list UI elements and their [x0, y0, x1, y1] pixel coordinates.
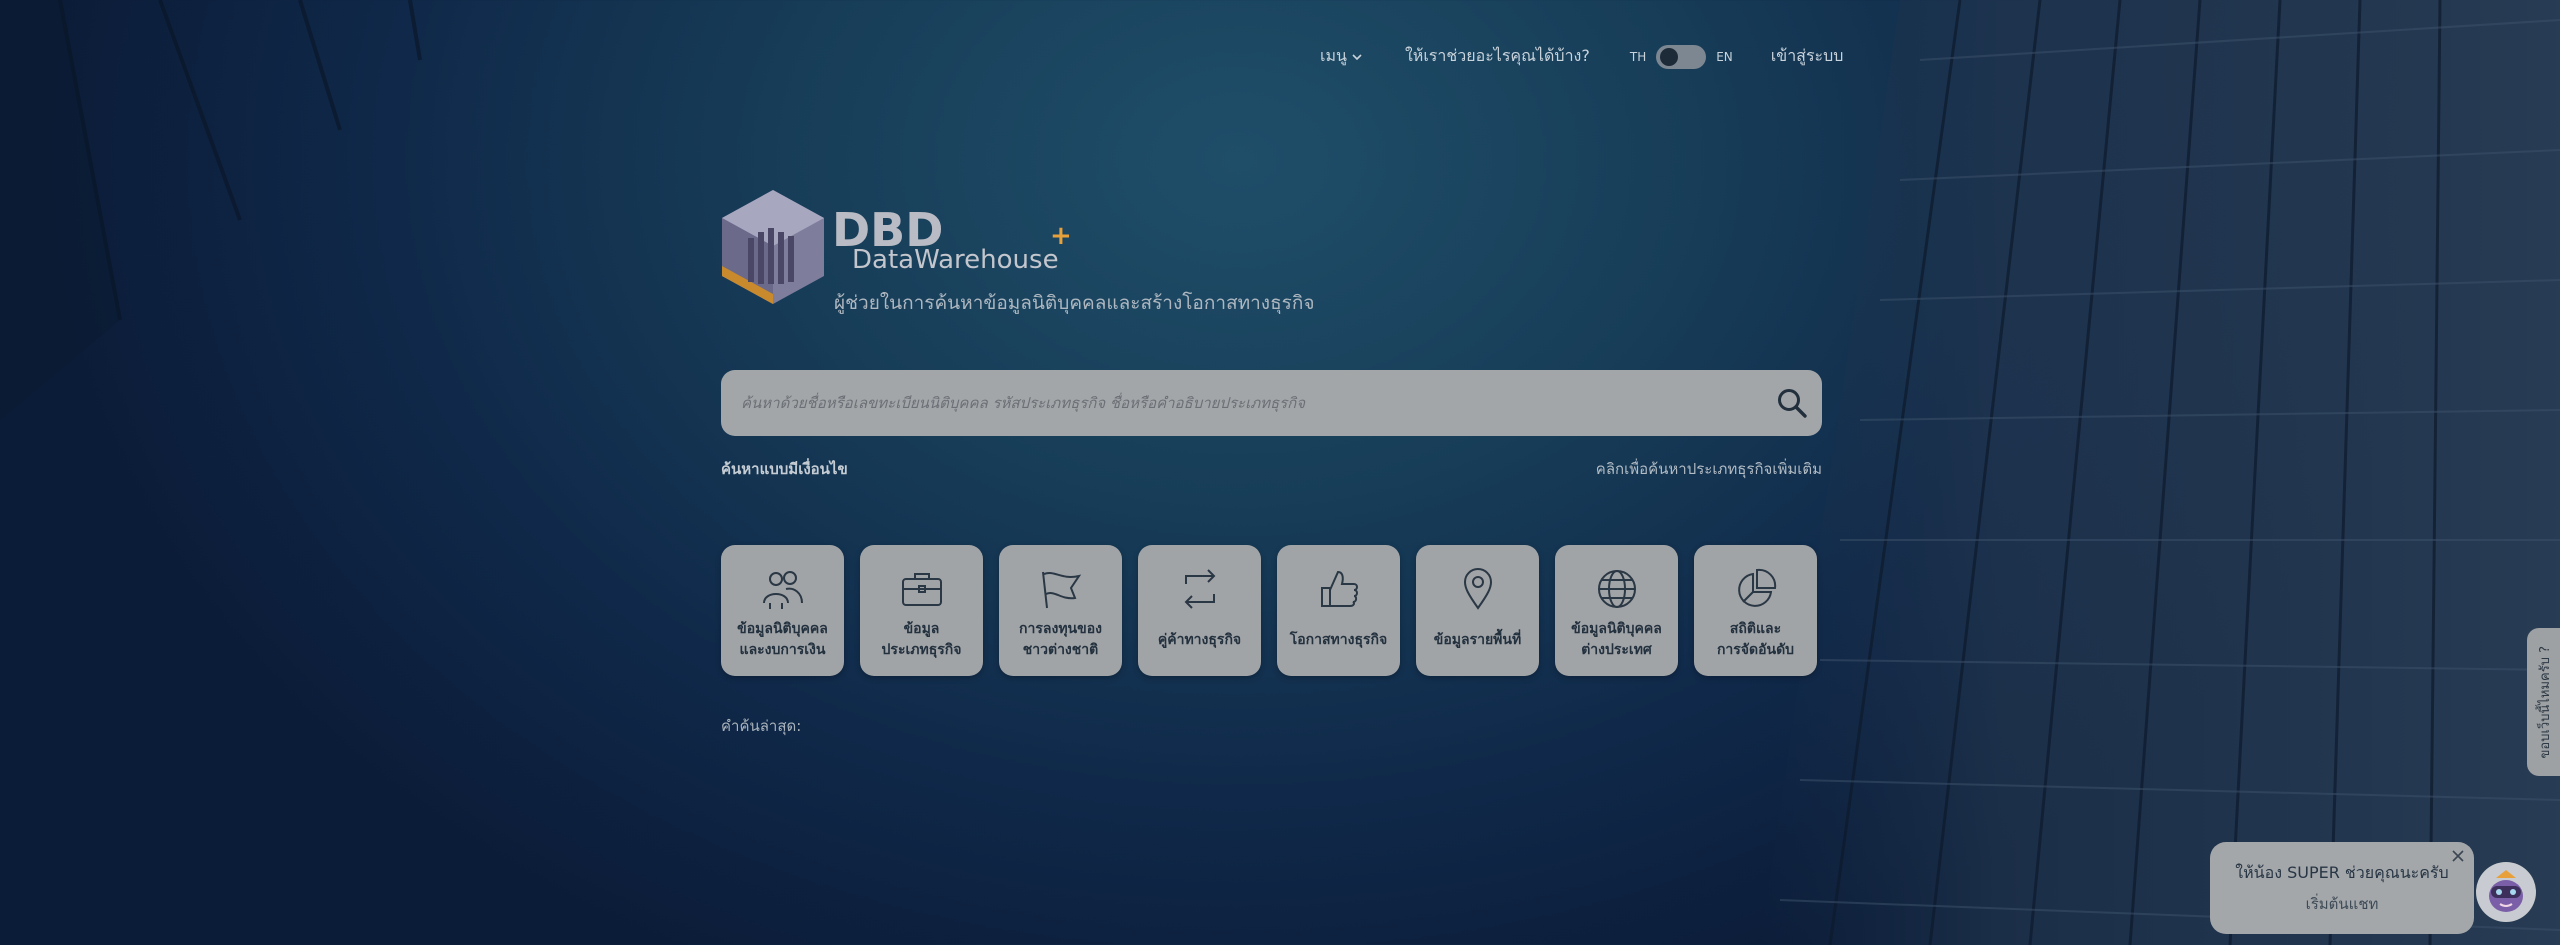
logo-word: DataWarehouse	[852, 245, 1059, 275]
category-line1: การลงทุนของ	[1019, 621, 1102, 637]
category-line2: ประเภทธุรกิจ	[881, 642, 962, 658]
search-bar	[721, 369, 1822, 437]
category-line2: การจัดอันดับ	[1716, 642, 1795, 658]
help-label: ให้เราช่วยอะไรคุณได้บ้าง?	[1404, 46, 1590, 65]
top-nav: เมนู ให้เราช่วยอะไรคุณได้บ้าง? TH EN เข้…	[1320, 44, 1843, 69]
category-label: สถิติและการจัดอันดับ	[1711, 619, 1800, 661]
people-icon	[759, 565, 807, 613]
briefcase-icon	[898, 565, 946, 613]
language-switch: TH EN	[1629, 44, 1733, 69]
thumbs-up-icon	[1315, 565, 1363, 613]
category-label: ข้อมูลนิติบุคคลต่างประเทศ	[1565, 619, 1668, 661]
logo-word-text: DataWarehouse	[852, 245, 1059, 275]
category-foreign-juristic[interactable]: ข้อมูลนิติบุคคลต่างประเทศ	[1555, 545, 1678, 676]
menu-label: เมนู	[1320, 46, 1347, 65]
category-line1: ข้อมูล	[903, 621, 940, 637]
category-line2: และงบการเงิน	[739, 642, 826, 658]
category-business-partners[interactable]: คู่ค้าทางธุรกิจ	[1138, 545, 1261, 676]
chatbot-avatar[interactable]	[2476, 862, 2536, 922]
category-label: ข้อมูลนิติบุคคลและงบการเงิน	[731, 619, 834, 661]
menu-dropdown[interactable]: เมนู	[1320, 44, 1363, 69]
category-label: ข้อมูลรายพื้นที่	[1428, 619, 1527, 661]
chat-prompt[interactable]: ให้น้อง SUPER ช่วยคุณนะครับ เริ่มต้นแชท	[2210, 842, 2474, 934]
category-line1: คู่ค้าทางธุรกิจ	[1157, 631, 1242, 648]
map-pin-icon	[1454, 565, 1502, 613]
category-line1: ข้อมูลรายพื้นที่	[1433, 631, 1522, 648]
lang-th-label: TH	[1629, 49, 1647, 64]
search-button[interactable]	[1762, 370, 1822, 436]
feedback-tab-label: ขอบเว็บนี้ไหมครับ ?	[2537, 645, 2553, 759]
cube-logo-icon	[722, 190, 824, 304]
category-area-data[interactable]: ข้อมูลรายพื้นที่	[1416, 545, 1539, 676]
category-label: การลงทุนของชาวต่างชาติ	[1013, 619, 1108, 661]
exchange-icon	[1176, 565, 1224, 613]
category-statistics-ranking[interactable]: สถิติและการจัดอันดับ	[1694, 545, 1817, 676]
chat-line1: ให้น้อง SUPER ช่วยคุณนะครับ	[2235, 863, 2449, 882]
logo-plus: +	[1050, 221, 1072, 251]
category-line1: ข้อมูลนิติบุคคล	[737, 621, 828, 637]
recent-searches-label: คำค้นล่าสุด:	[721, 717, 802, 735]
category-line1: สถิติและ	[1729, 621, 1782, 637]
more-business-types-link[interactable]: คลิกเพื่อค้นหาประเภทธุรกิจเพิ่มเติม	[1596, 457, 1822, 481]
toggle-knob	[1660, 47, 1679, 66]
category-label: ข้อมูลประเภทธุรกิจ	[876, 619, 968, 661]
language-toggle[interactable]	[1656, 44, 1707, 69]
robot-avatar-icon	[2478, 864, 2534, 920]
category-line2: ต่างประเทศ	[1581, 642, 1652, 658]
category-label: คู่ค้าทางธุรกิจ	[1152, 619, 1247, 661]
help-link[interactable]: ให้เราช่วยอะไรคุณได้บ้าง?	[1405, 44, 1590, 69]
category-foreign-investment[interactable]: การลงทุนของชาวต่างชาติ	[999, 545, 1122, 676]
category-juristic-financial[interactable]: ข้อมูลนิติบุคคลและงบการเงิน	[721, 545, 844, 676]
close-icon[interactable]	[2450, 848, 2466, 864]
category-business-opportunity[interactable]: โอกาสทางธุรกิจ	[1277, 545, 1400, 676]
pie-chart-icon	[1732, 565, 1780, 613]
lang-en-label: EN	[1716, 49, 1733, 64]
tagline: ผู้ช่วยในการค้นหาข้อมูลนิติบุคคลและสร้าง…	[834, 292, 1315, 314]
flag-icon	[1037, 565, 1085, 613]
chevron-down-icon	[1352, 53, 1362, 60]
globe-icon	[1593, 565, 1641, 613]
login-label: เข้าสู่ระบบ	[1770, 46, 1844, 65]
category-business-type[interactable]: ข้อมูลประเภทธุรกิจ	[860, 545, 983, 676]
wordmark-logo: DBD DataWarehouse +	[832, 206, 1072, 275]
category-line1: ข้อมูลนิติบุคคล	[1571, 621, 1662, 637]
category-line2: ชาวต่างชาติ	[1022, 642, 1099, 658]
search-input[interactable]	[721, 369, 1762, 437]
chat-line2: เริ่มต้นแชท	[2305, 895, 2379, 913]
category-line1: โอกาสทางธุรกิจ	[1289, 631, 1388, 648]
advanced-search-link[interactable]: ค้นหาแบบมีเงื่อนไข	[721, 457, 848, 481]
search-icon	[1778, 389, 1807, 418]
login-link[interactable]: เข้าสู่ระบบ	[1771, 44, 1844, 69]
category-grid: ข้อมูลนิติบุคคลและงบการเงิน ข้อมูลประเภท…	[721, 545, 1817, 676]
feedback-tab[interactable]: ขอบเว็บนี้ไหมครับ ?	[2527, 628, 2560, 776]
category-label: โอกาสทางธุรกิจ	[1284, 619, 1393, 661]
background-architecture	[0, 0, 2560, 945]
